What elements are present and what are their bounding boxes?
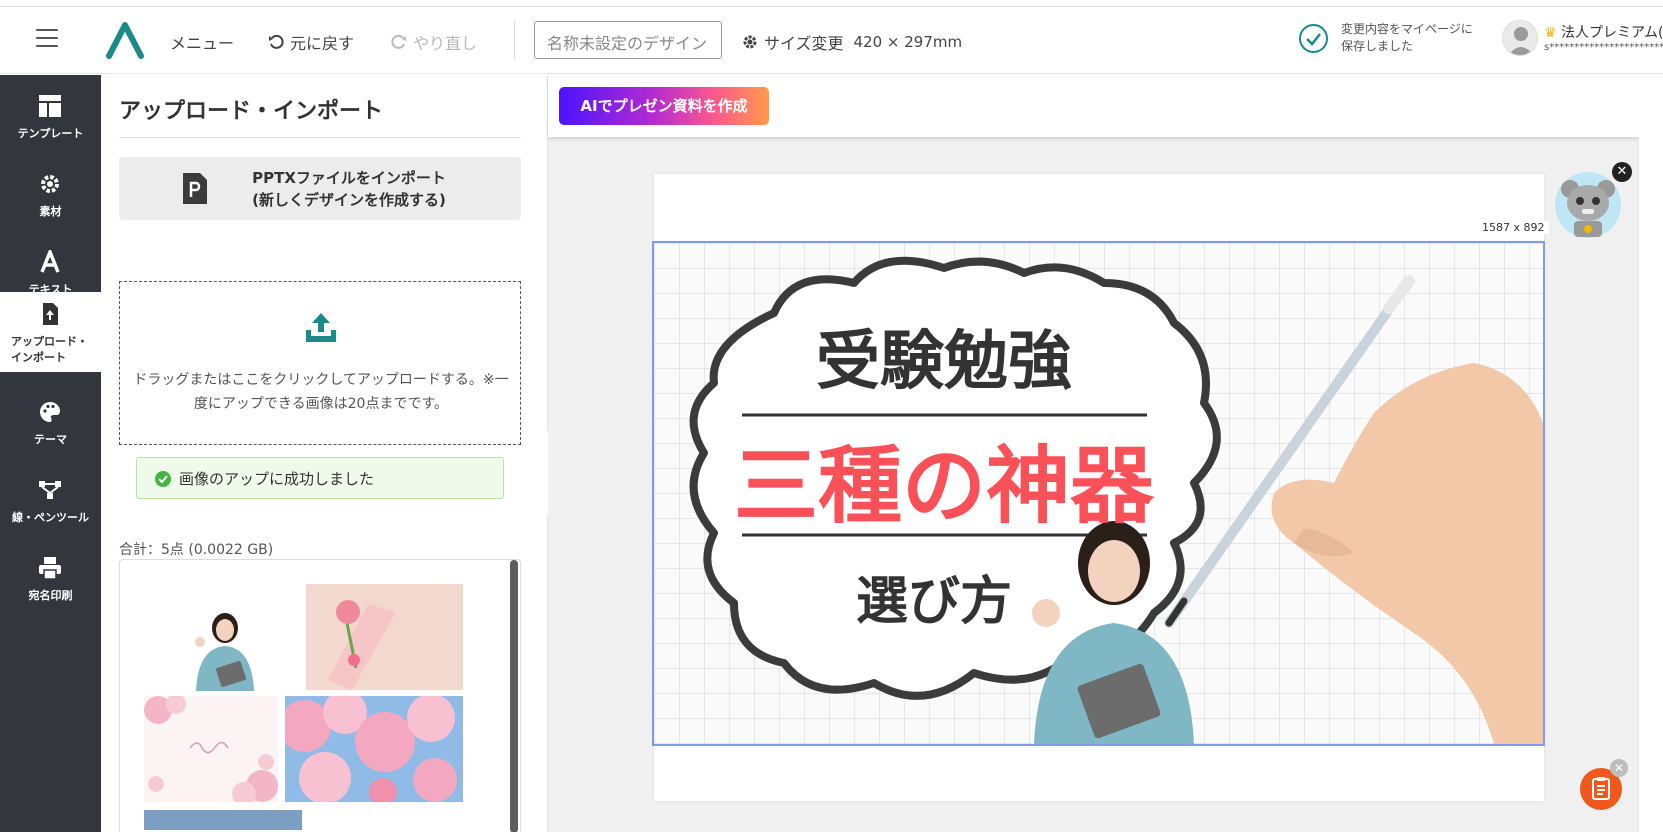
- pptx-line2: (新しくデザインを作成する): [252, 191, 446, 209]
- right-panel-edge: [1638, 137, 1663, 832]
- redo-button[interactable]: やり直し: [391, 30, 477, 54]
- sidebar-item-label: 素材: [39, 205, 62, 218]
- sidebar-item-label: 線・ペンツール: [12, 511, 89, 524]
- upload-file-icon: [43, 303, 58, 325]
- upload-success-message: 画像のアップに成功しました: [136, 457, 504, 499]
- canvas-workspace: AIでプレゼン資料を作成 1587 x 892 受験勉強 三種の神器 選び方 ✕…: [548, 75, 1663, 832]
- selected-design-image[interactable]: 受験勉強 三種の神器 選び方: [652, 241, 1545, 746]
- save-status-line2: 保存しました: [1341, 39, 1414, 53]
- dropzone-text: ドラッグまたはここをクリックしてアップロードする。※一度にアップできる画像は20…: [133, 372, 509, 412]
- sidebar-label-line1: アップロード・: [11, 335, 88, 348]
- upload-icon: [306, 313, 336, 342]
- upload-dropzone[interactable]: ドラッグまたはここをクリックしてアップロードする。※一度にアップできる画像は20…: [119, 281, 521, 445]
- save-status: 変更内容をマイページに 保存しました: [1299, 21, 1473, 55]
- app-header: メニュー 元に戻す やり直し 名称未設定のデザイン サイズ変更 420 × 29…: [0, 7, 1663, 74]
- ai-presentation-button[interactable]: AIでプレゼン資料を作成: [559, 87, 769, 125]
- pen-tool-icon: [39, 481, 61, 499]
- sidebar-label-line2: インポート: [11, 351, 66, 364]
- design-name-placeholder: 名称未設定のデザイン: [547, 34, 708, 53]
- avatar[interactable]: [1502, 20, 1538, 56]
- design-headline: 三種の神器: [734, 437, 1155, 535]
- resize-button[interactable]: サイズ変更 420 × 297mm: [742, 30, 962, 54]
- uploaded-image-partial[interactable]: [144, 810, 302, 830]
- context-toolbar: AIでプレゼン資料を作成: [548, 75, 1663, 137]
- uploaded-image-sakura-card[interactable]: [144, 696, 278, 802]
- undo-button[interactable]: 元に戻す: [268, 30, 354, 54]
- sidebar-item-label: テーマ: [34, 433, 67, 446]
- success-text: 画像のアップに成功しました: [179, 470, 375, 488]
- printer-icon: [39, 557, 61, 580]
- pptx-import-text: PPTXファイルをインポート (新しくデザインを作成する): [229, 167, 469, 211]
- sidebar-item-pen-tool[interactable]: 線・ペンツール: [0, 464, 101, 542]
- undo-icon: [269, 34, 284, 49]
- uploaded-image-gallery: [119, 559, 521, 832]
- resize-label: サイズ変更: [764, 34, 844, 53]
- design-artwork: 受験勉強 三種の神器 選び方: [654, 243, 1543, 744]
- sidebar-item-material[interactable]: 素材: [0, 158, 101, 236]
- menu-button[interactable]: メニュー: [170, 30, 234, 54]
- text-icon: [40, 250, 60, 273]
- uploaded-image-sakura-sky[interactable]: [285, 696, 463, 802]
- sidebar-item-address-print[interactable]: 宛名印刷: [0, 542, 101, 620]
- panel-title: アップロード・インポート: [119, 93, 521, 138]
- sidebar-item-label: テンプレート: [17, 127, 84, 140]
- assistant-robot-button[interactable]: [1554, 171, 1622, 239]
- uploaded-image-woman[interactable]: [188, 606, 262, 691]
- gallery-scrollbar[interactable]: [510, 560, 518, 832]
- uploaded-image-carnation[interactable]: [306, 584, 463, 690]
- canvas-size-label: 1587 x 892: [1478, 221, 1549, 234]
- app-logo[interactable]: [106, 21, 144, 59]
- upload-total: 合計：5点 (0.0022 GB): [119, 542, 274, 558]
- design-subheading: 選び方: [856, 572, 1012, 632]
- upload-panel: アップロード・インポート PPTXファイルをインポート (新しくデザインを作成す…: [101, 75, 548, 832]
- user-account[interactable]: ♛ 法人プレミアム( s****************************: [1502, 20, 1663, 62]
- material-icon: [41, 175, 59, 193]
- header-divider: [514, 21, 515, 59]
- design-name-input[interactable]: 名称未設定のデザイン: [534, 21, 722, 59]
- sidebar-item-upload[interactable]: アップロード・ インポート: [0, 292, 101, 372]
- template-icon: [39, 95, 61, 117]
- pptx-import-button[interactable]: PPTXファイルをインポート (新しくデザインを作成する): [119, 157, 521, 220]
- user-email: s****************************: [1544, 42, 1663, 53]
- redo-icon: [391, 34, 406, 49]
- user-name: 法人プレミアム(: [1561, 25, 1663, 41]
- success-check-icon: [155, 471, 171, 487]
- gear-icon: [743, 35, 757, 49]
- sidebar-item-label: アップロード・ インポート: [0, 334, 101, 366]
- close-assistant-icon[interactable]: ✕: [1612, 162, 1632, 182]
- sidebar-item-label: 宛名印刷: [28, 589, 73, 602]
- pptx-file-icon: [183, 173, 207, 204]
- user-name-row: ♛ 法人プレミアム(: [1544, 22, 1663, 42]
- sidebar: テンプレート 素材 テキスト アップロード・ インポート テーマ 線・ペンツール…: [0, 75, 101, 832]
- design-heading: 受験勉強: [816, 325, 1072, 399]
- check-circle-icon: [1299, 24, 1328, 53]
- sidebar-item-template[interactable]: テンプレート: [0, 80, 101, 158]
- top-strip: [0, 0, 1663, 7]
- sidebar-item-theme[interactable]: テーマ: [0, 386, 101, 464]
- close-fab-icon[interactable]: ✕: [1610, 759, 1628, 777]
- pptx-line1: PPTXファイルをインポート: [252, 169, 446, 187]
- crown-icon: ♛: [1544, 25, 1557, 41]
- menu-label: メニュー: [170, 34, 235, 53]
- hamburger-menu-icon[interactable]: [36, 29, 58, 47]
- undo-label: 元に戻す: [290, 34, 355, 53]
- palette-icon: [40, 402, 60, 422]
- size-value: 420 × 297mm: [853, 33, 963, 51]
- save-status-line1: 変更内容をマイページに: [1341, 22, 1473, 36]
- redo-label: やり直し: [413, 34, 478, 53]
